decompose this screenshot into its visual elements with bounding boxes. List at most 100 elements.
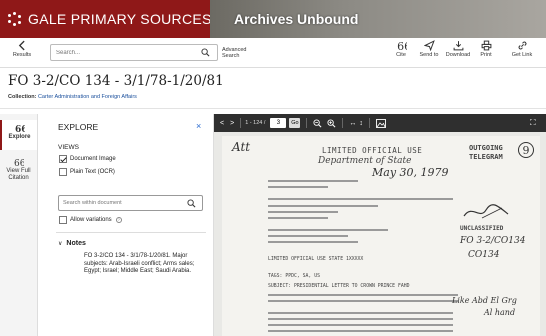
send-to-label: Send to <box>419 52 439 58</box>
results-button[interactable]: Results <box>8 40 36 58</box>
scan-subject-line: SUBJECT: PRESIDENTIAL LETTER TO CROWN PR… <box>268 284 410 289</box>
views-label: VIEWS <box>58 144 79 151</box>
document-image-option[interactable]: Document Image <box>59 155 116 163</box>
scan-limited-line: LIMITED OFFICIAL USE STATE 1XXXXX <box>268 257 364 262</box>
plain-text-checkbox[interactable] <box>59 168 67 176</box>
handwritten-margin: Like Abd El Grg <box>452 296 517 305</box>
handwritten-margin-2: Al hand <box>484 308 516 317</box>
plain-text-label: Plain Text (OCR) <box>70 169 115 175</box>
viewer-toolbar: < > 1 - 124 / 3 Go ↔ ↕ ⛶ <box>214 114 546 132</box>
download-icon <box>453 41 463 51</box>
separator <box>306 118 308 128</box>
notes-heading: Notes <box>66 240 86 247</box>
zoom-out-icon[interactable] <box>313 118 322 128</box>
notes-toggle[interactable]: ∨ Notes <box>58 240 86 247</box>
send-icon <box>423 40 435 51</box>
search-within-box[interactable] <box>58 195 203 211</box>
scan-line <box>268 318 453 320</box>
link-icon <box>518 41 526 50</box>
explore-icon: 66 <box>15 125 25 133</box>
scan-line <box>268 211 338 213</box>
toolbar: Results Advanced Search 66 Cite Send to … <box>0 38 546 68</box>
handwritten-ref-2: CO134 <box>468 250 500 260</box>
plain-text-option[interactable]: Plain Text (OCR) <box>59 168 115 176</box>
search-within-input[interactable] <box>59 200 187 206</box>
citation-icon: 66 <box>14 159 24 167</box>
cite-label: Cite <box>396 52 406 58</box>
document-image-checkbox[interactable] <box>59 155 67 163</box>
tab-explore[interactable]: 66 Explore <box>0 120 37 150</box>
print-button[interactable]: Print <box>472 40 500 58</box>
header-bar: GALE PRIMARY SOURCES Archives Unbound <box>0 0 546 38</box>
search-icon[interactable] <box>187 198 196 208</box>
scan-telegram: TELEGRAM <box>469 153 503 161</box>
scan-heading-2: Department of State <box>318 156 412 166</box>
explore-panel: EXPLORE × VIEWS Document Image Plain Tex… <box>38 114 214 336</box>
product-banner: Archives Unbound <box>210 0 546 38</box>
scan-outgoing: OUTGOING <box>469 144 503 152</box>
scan-line <box>268 235 348 237</box>
fit-width-icon[interactable]: ↔ <box>349 120 356 127</box>
info-icon[interactable]: ? <box>115 217 122 223</box>
get-link-button[interactable]: Get Link <box>508 40 536 58</box>
tab-view-full-citation[interactable]: 66 View Full Citation <box>0 154 37 194</box>
advanced-search-link[interactable]: Advanced Search <box>222 47 252 59</box>
document-image-label: Document Image <box>70 156 116 162</box>
scan-tags-line: TAGS: PPDC, SA, US <box>268 274 320 279</box>
svg-text:66: 66 <box>14 159 24 167</box>
collection-line: Collection: Carter Administration and Fo… <box>8 94 137 100</box>
scan-heading-1: LIMITED OFFICIAL USE <box>322 146 423 155</box>
separator <box>342 118 344 128</box>
scan-line <box>268 180 358 182</box>
go-button[interactable]: Go <box>289 118 301 128</box>
tab-explore-label: Explore <box>8 134 31 140</box>
page-number-input[interactable]: 3 <box>270 118 287 128</box>
scan-line <box>268 330 453 332</box>
notes-divider <box>56 232 206 233</box>
allow-variations-label: Allow variations <box>70 217 112 223</box>
chevron-down-icon: ∨ <box>58 241 63 247</box>
document-title: FO 3-2/CO 134 - 3/1/78-1/20/81 <box>8 73 224 89</box>
scan-line <box>268 217 328 219</box>
close-icon[interactable]: × <box>196 121 201 131</box>
results-label: Results <box>12 52 32 58</box>
chevron-left-icon <box>18 40 25 51</box>
document-viewer: < > 1 - 124 / 3 Go ↔ ↕ ⛶ Att LIMITED OFF… <box>214 114 546 336</box>
collection-label: Collection: <box>8 94 37 100</box>
scan-line <box>268 229 388 231</box>
handwritten-date: May 30, 1979 <box>372 166 449 179</box>
send-to-button[interactable]: Send to <box>415 40 443 58</box>
printer-icon <box>481 40 491 51</box>
notes-text: FO 3-2/CO 134 - 3/1/78-1/20/81. Major su… <box>84 253 195 275</box>
brand-title[interactable]: GALE PRIMARY SOURCES <box>28 11 212 27</box>
scan-line <box>268 198 453 200</box>
page-count: 1 - 124 / <box>245 120 266 126</box>
scan-line <box>268 294 458 296</box>
scan-line <box>268 312 453 314</box>
search-input[interactable] <box>51 49 201 56</box>
scan-unclassified: UNCLASSIFIED <box>460 225 504 232</box>
scan-line <box>268 186 328 188</box>
product-title[interactable]: Archives Unbound <box>234 11 358 27</box>
signature-scribble <box>463 204 509 219</box>
cite-button[interactable]: 66 Cite <box>387 40 415 58</box>
document-image-area[interactable]: Att LIMITED OFFICIAL USE Department of S… <box>214 132 546 336</box>
print-label: Print <box>480 52 492 58</box>
next-page-icon[interactable]: > <box>230 120 234 127</box>
scan-page-number: 9 <box>518 142 534 158</box>
allow-variations-checkbox[interactable] <box>59 216 67 224</box>
tab-view-full-label: View Full Citation <box>6 168 31 181</box>
search-box[interactable] <box>50 44 218 61</box>
scan-line <box>268 324 453 326</box>
scan-line <box>268 241 358 243</box>
search-icon[interactable] <box>201 48 210 57</box>
fullscreen-icon[interactable]: ⛶ <box>530 118 536 128</box>
fit-height-icon[interactable]: ↕ <box>359 120 363 127</box>
svg-text:66: 66 <box>397 40 407 51</box>
collection-link[interactable]: Carter Administration and Foreign Affair… <box>38 94 137 100</box>
zoom-in-icon[interactable] <box>327 118 336 128</box>
download-button[interactable]: Download <box>444 40 472 58</box>
prev-page-icon[interactable]: < <box>220 120 224 127</box>
image-icon[interactable] <box>375 118 386 128</box>
allow-variations-option[interactable]: Allow variations ? <box>59 216 122 224</box>
